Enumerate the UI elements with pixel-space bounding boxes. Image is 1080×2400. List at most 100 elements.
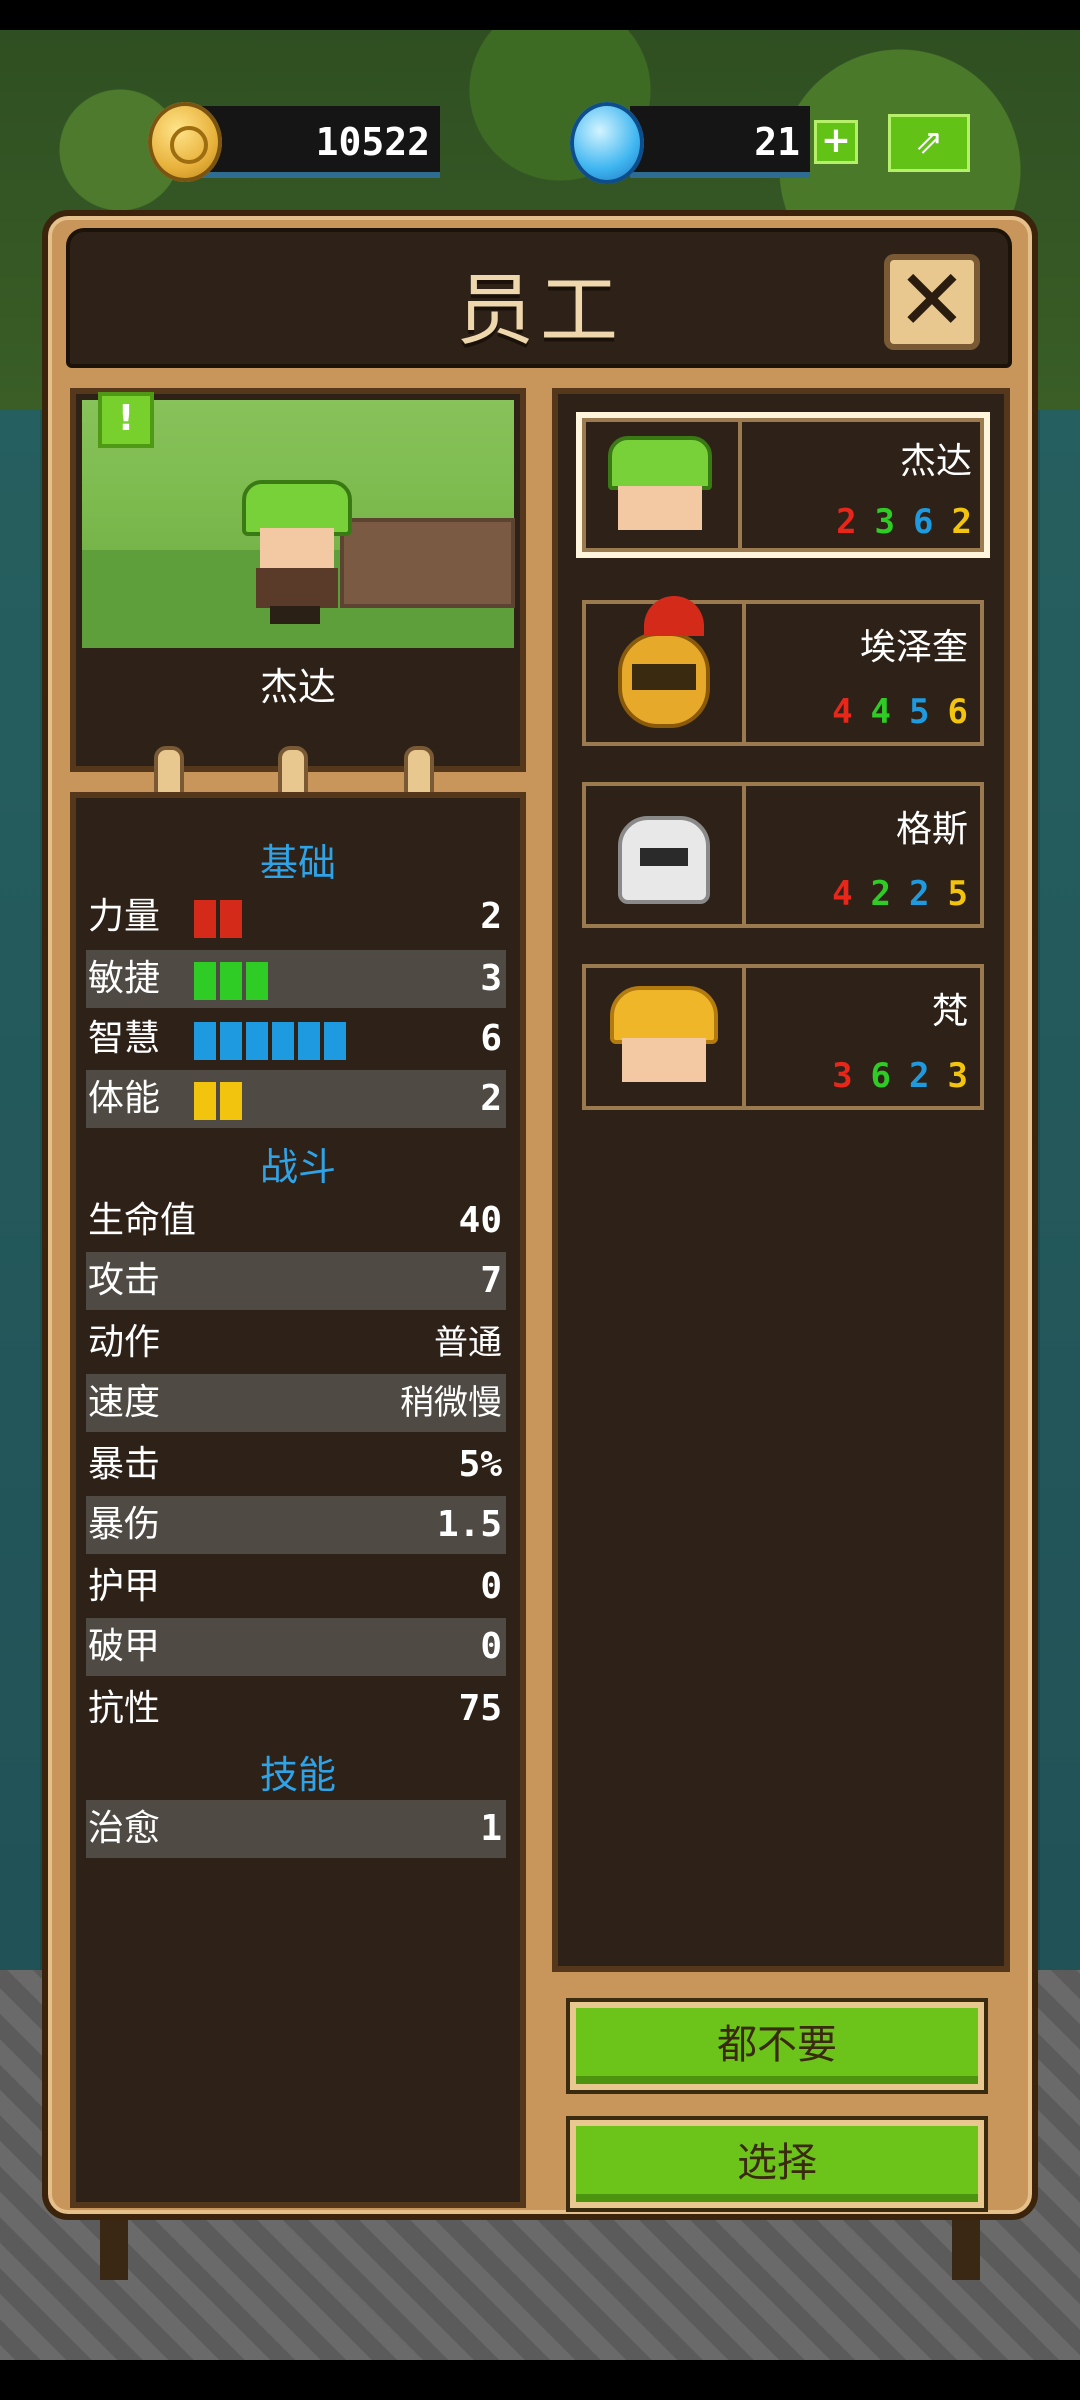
stat-label: 暴伤 xyxy=(88,1504,161,1545)
roster-item-3[interactable]: 格斯 4225 xyxy=(582,782,984,928)
roster-stat-value: 4 xyxy=(870,692,892,732)
green-helmet-portrait-icon xyxy=(600,430,720,546)
stat-value: 5% xyxy=(458,1444,502,1485)
visor xyxy=(640,848,688,866)
plume xyxy=(644,596,704,636)
stat-label: 敏捷 xyxy=(88,958,161,999)
stat-label: 体能 xyxy=(88,1078,161,1119)
roster-stat-value: 5 xyxy=(909,692,930,732)
stat-value: 2 xyxy=(480,1078,502,1119)
stat-bar-segment xyxy=(194,900,216,938)
stat-bar-segment xyxy=(194,962,216,1000)
helmet xyxy=(608,436,712,490)
add-gems-button[interactable]: + xyxy=(814,120,858,164)
roster-stat-value: 3 xyxy=(832,1056,853,1096)
divider xyxy=(742,604,746,742)
decline-all-button[interactable]: 都不要 xyxy=(570,2002,984,2090)
stat-bar-segment xyxy=(220,900,242,938)
visor xyxy=(632,664,696,690)
close-icon: ✕ xyxy=(896,251,968,349)
roster-stat-value: 2 xyxy=(951,502,972,542)
gem-amount: 21 xyxy=(630,106,810,178)
stat-label: 暴击 xyxy=(88,1444,161,1485)
stat-bar-segment xyxy=(298,1022,320,1060)
stat-label: 抗性 xyxy=(88,1688,161,1729)
body xyxy=(256,568,338,608)
stat-label: 护甲 xyxy=(88,1566,161,1607)
stat-row-resist: 抗性 75 xyxy=(86,1680,506,1738)
roster-stat-value: 5 xyxy=(947,874,968,914)
stat-value: 3 xyxy=(480,958,502,999)
roster-item-4[interactable]: 梵 3623 xyxy=(582,964,984,1110)
stat-bar-segment xyxy=(220,962,242,1000)
silver-helmet-portrait-icon xyxy=(604,798,724,914)
hair xyxy=(610,986,718,1044)
face xyxy=(260,528,334,572)
stat-row-crit: 暴击 5% xyxy=(86,1436,506,1494)
stat-label: 生命值 xyxy=(88,1200,197,1241)
character-sprite xyxy=(242,480,352,624)
roster-name: 格斯 xyxy=(895,809,968,850)
rock-wall xyxy=(340,518,515,608)
stat-value: 2 xyxy=(480,896,502,937)
stat-value: 0 xyxy=(480,1566,502,1607)
roster-stats: 4456 xyxy=(832,692,968,732)
section-combat-title: 战斗 xyxy=(259,1145,336,1189)
navigation-bar xyxy=(0,2360,1080,2400)
roster-stat-value: 4 xyxy=(832,692,853,732)
stat-value: 稍微慢 xyxy=(400,1383,502,1423)
stat-label: 智慧 xyxy=(88,1018,161,1059)
divider xyxy=(742,968,746,1106)
stat-label: 攻击 xyxy=(88,1260,161,1301)
strength-bars xyxy=(194,900,242,938)
close-button[interactable]: ✕ xyxy=(884,254,980,350)
stat-value: 40 xyxy=(458,1200,502,1241)
stat-bar-segment xyxy=(194,1082,216,1120)
share-icon: ⇗ xyxy=(914,122,944,162)
roster-stats: 2362 xyxy=(836,502,972,542)
divider xyxy=(742,786,746,924)
gem-icon xyxy=(570,102,644,184)
roster-name: 杰达 xyxy=(899,441,972,482)
stat-label: 力量 xyxy=(88,896,161,937)
stat-value: 6 xyxy=(480,1018,502,1059)
stat-row-armor: 护甲 0 xyxy=(86,1558,506,1616)
roster-stat-value: 6 xyxy=(913,502,934,542)
stat-row-wisdom: 智慧 6 xyxy=(86,1010,506,1068)
stat-bar-segment xyxy=(220,1022,242,1060)
roster-item-2[interactable]: 埃泽奎 4456 xyxy=(582,596,984,746)
stat-value: 75 xyxy=(458,1688,502,1729)
alert-icon[interactable]: ! xyxy=(98,392,154,448)
select-button[interactable]: 选择 xyxy=(570,2120,984,2208)
stat-row-stamina: 体能 2 xyxy=(86,1070,506,1128)
stat-bar-segment xyxy=(246,962,268,1000)
stat-value: 1 xyxy=(480,1808,502,1849)
gold-amount: 10522 xyxy=(200,106,440,178)
stat-row-strength: 力量 2 xyxy=(86,888,506,946)
blond-hair-portrait-icon xyxy=(604,980,724,1096)
roster-item-1[interactable]: 杰达 2362 xyxy=(576,412,990,558)
stat-row-action: 动作 普通 xyxy=(86,1314,506,1372)
roster-stat-value: 3 xyxy=(947,1056,968,1096)
selected-character-name: 杰达 xyxy=(259,665,336,709)
face xyxy=(622,1038,706,1082)
stat-row-crit-damage: 暴伤 1.5 xyxy=(86,1496,506,1554)
stat-label: 破甲 xyxy=(88,1626,161,1667)
stat-label: 动作 xyxy=(88,1322,161,1363)
stat-bar-segment xyxy=(246,1022,268,1060)
stat-row-speed: 速度 稍微慢 xyxy=(86,1374,506,1432)
stat-label: 治愈 xyxy=(88,1808,161,1849)
stat-row-attack: 攻击 7 xyxy=(86,1252,506,1310)
roster-stat-value: 4 xyxy=(832,874,853,914)
stat-row-agility: 敏捷 3 xyxy=(86,950,506,1008)
share-button[interactable]: ⇗ xyxy=(888,114,970,172)
roster-stat-value: 6 xyxy=(870,1056,892,1096)
panel-leg-right xyxy=(952,2210,980,2280)
section-skill-title: 技能 xyxy=(259,1753,336,1797)
stat-value: 7 xyxy=(480,1260,502,1301)
section-basic-title: 基础 xyxy=(259,841,336,885)
stat-bar-segment xyxy=(220,1082,242,1120)
roster-stat-value: 3 xyxy=(874,502,896,542)
divider xyxy=(738,418,742,552)
stamina-bars xyxy=(194,1082,242,1120)
